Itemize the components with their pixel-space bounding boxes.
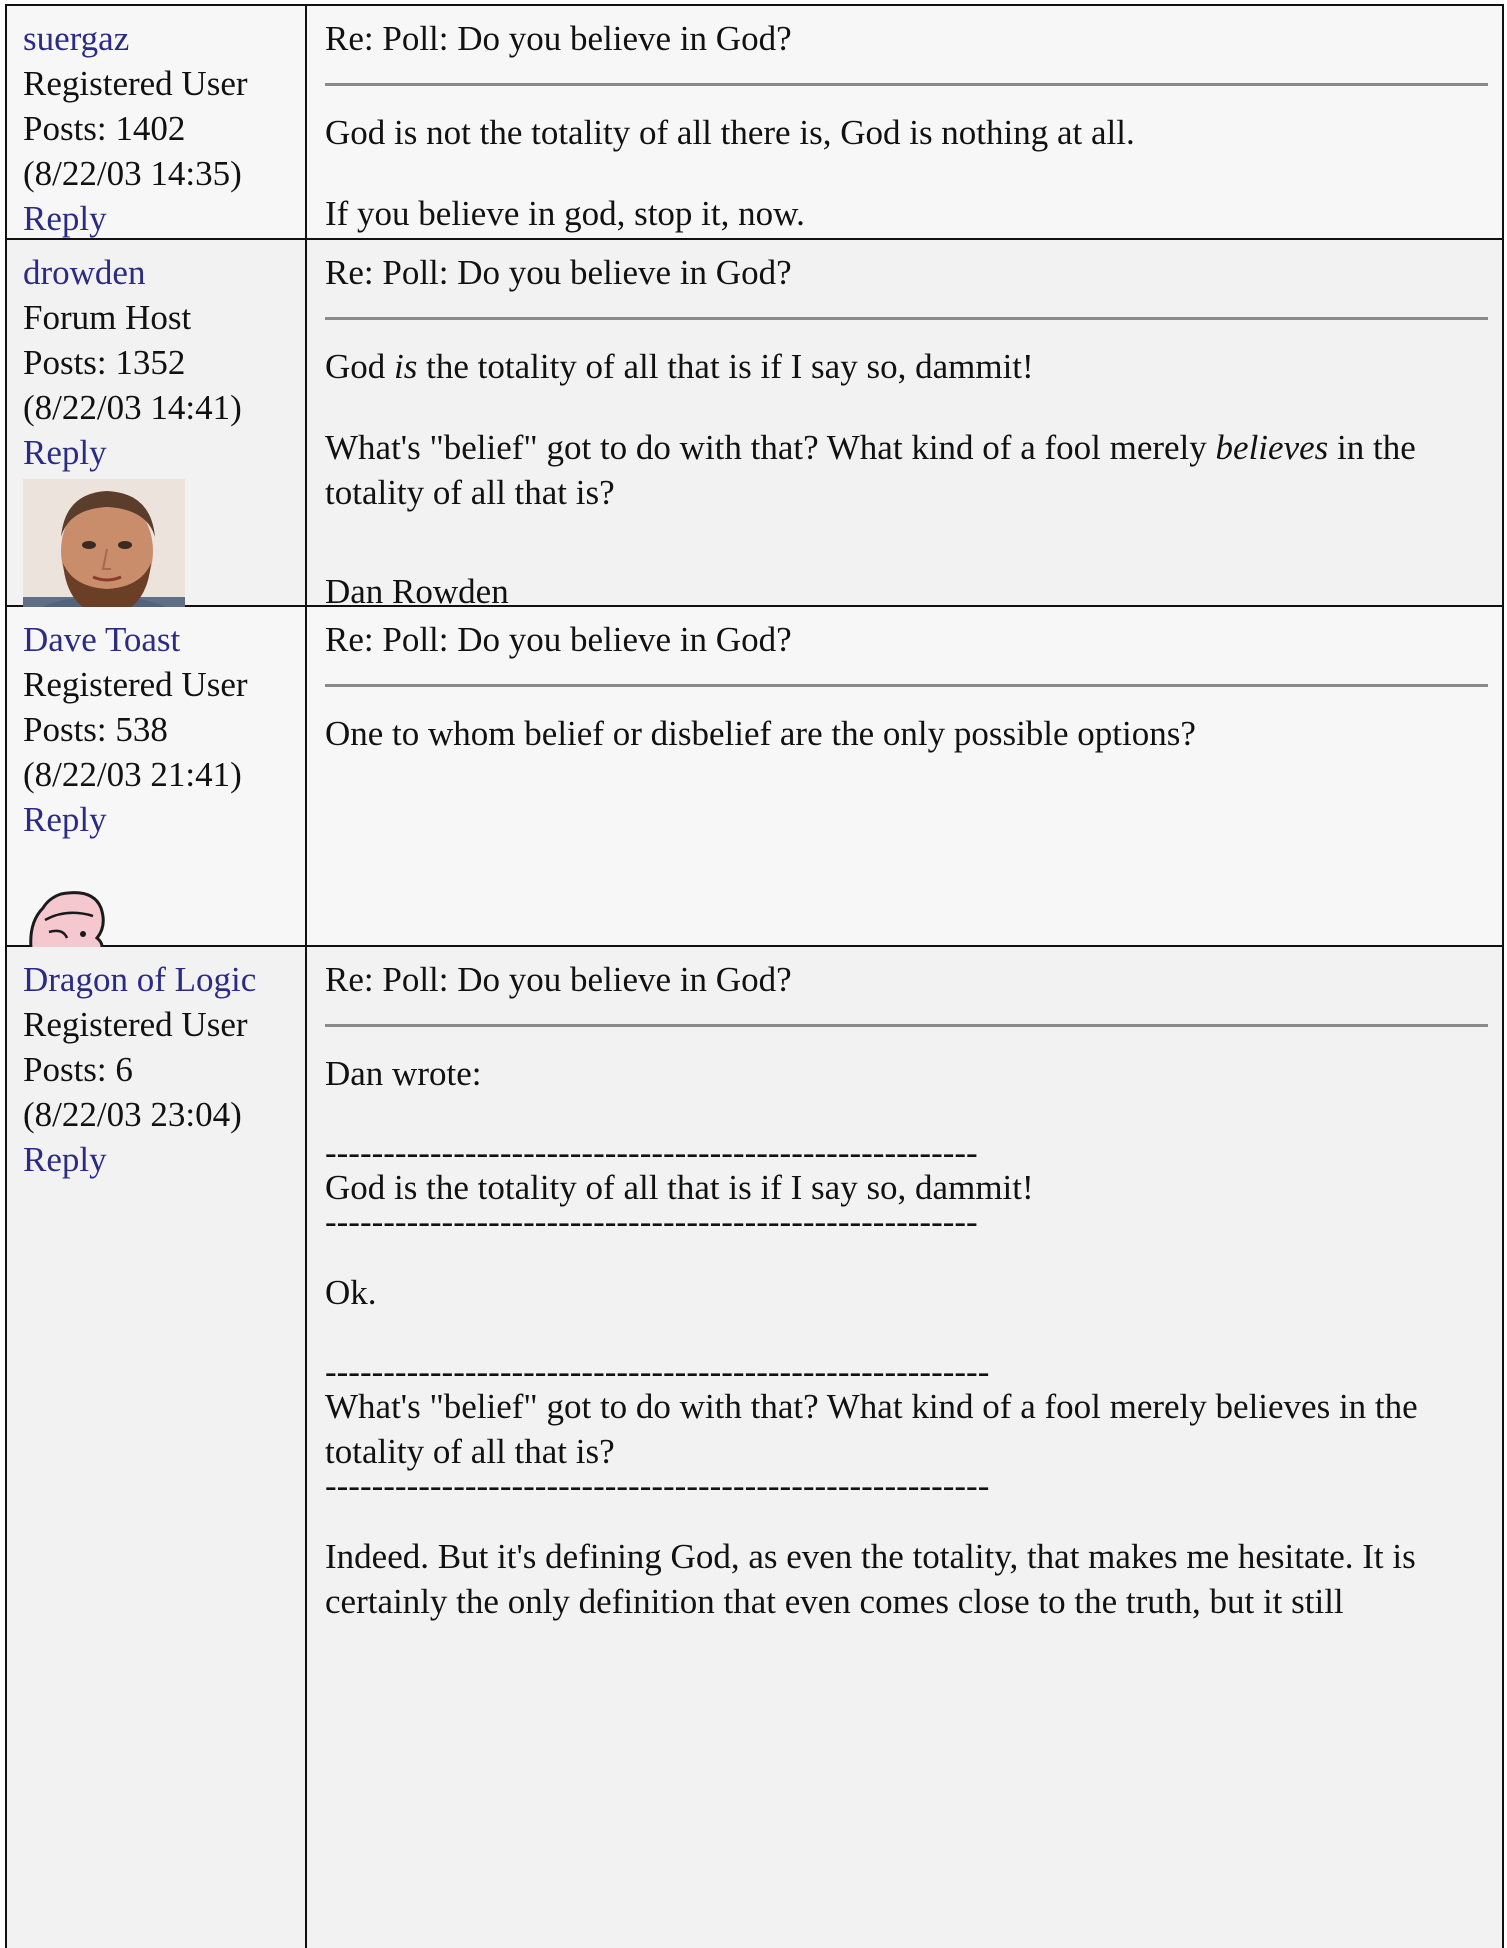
post-paragraph: What's "belief" got to do with that? Wha… xyxy=(325,428,1416,512)
post-subject: Re: Poll: Do you believe in God? xyxy=(325,620,792,659)
post-message: Re: Poll: Do you believe in God? One to … xyxy=(309,607,1502,945)
post-body: God is the totality of all that is if I … xyxy=(325,344,1488,614)
post-body: God is not the totality of all there is,… xyxy=(325,110,1488,236)
post-datetime: (8/22/03 14:35) xyxy=(23,154,242,193)
post-datetime: (8/22/03 21:41) xyxy=(23,755,242,794)
post-author-panel: drowden Forum Host Posts: 1352 (8/22/03 … xyxy=(7,240,307,639)
post-body: One to whom belief or disbelief are the … xyxy=(325,711,1488,756)
username-link[interactable]: Dave Toast xyxy=(23,620,180,659)
post-body: Dan wrote: -----------------------------… xyxy=(325,1051,1488,1624)
post-message: Re: Poll: Do you believe in God? God is … xyxy=(309,240,1502,611)
post-count: Posts: 538 xyxy=(23,710,168,749)
post-subject: Re: Poll: Do you believe in God? xyxy=(325,253,792,292)
forum-thread: suergaz Registered User Posts: 1402 (8/2… xyxy=(5,4,1504,1948)
post-paragraph: If you believe in god, stop it, now. xyxy=(325,194,805,233)
post-paragraph: God is the totality of all that is if I … xyxy=(325,347,1034,386)
divider xyxy=(325,684,1488,687)
reply-link[interactable]: Reply xyxy=(23,1140,107,1179)
post-count: Posts: 1352 xyxy=(23,343,186,382)
post-datetime: (8/22/03 14:41) xyxy=(23,388,242,427)
reply-link[interactable]: Reply xyxy=(23,199,107,238)
post-subject: Re: Poll: Do you believe in God? xyxy=(325,960,792,999)
post-paragraph: God is not the totality of all there is,… xyxy=(325,113,1135,152)
post-author-panel: Dave Toast Registered User Posts: 538 (8… xyxy=(7,607,307,996)
reply-text: Indeed. But it's defining God, as even t… xyxy=(325,1537,1416,1621)
divider xyxy=(325,317,1488,320)
username-link[interactable]: Dragon of Logic xyxy=(23,960,256,999)
post-count: Posts: 6 xyxy=(23,1050,133,1089)
user-role: Registered User xyxy=(23,64,248,103)
divider xyxy=(325,1024,1488,1027)
reply-link[interactable]: Reply xyxy=(23,800,107,839)
divider xyxy=(325,83,1488,86)
user-role: Registered User xyxy=(23,1005,248,1044)
user-role: Forum Host xyxy=(23,298,192,337)
user-role: Registered User xyxy=(23,665,248,704)
post: Dragon of Logic Registered User Posts: 6… xyxy=(7,947,1502,1948)
post-message: Re: Poll: Do you believe in God? God is … xyxy=(309,6,1502,238)
reply-text: Ok. xyxy=(325,1273,377,1312)
quote-separator: ----------------------------------------… xyxy=(325,1466,990,1505)
quote-separator: ----------------------------------------… xyxy=(325,1352,990,1391)
reply-link[interactable]: Reply xyxy=(23,433,107,472)
post-author-panel: Dragon of Logic Registered User Posts: 6… xyxy=(7,947,307,1948)
post-author-panel: suergaz Registered User Posts: 1402 (8/2… xyxy=(7,6,307,238)
quoted-text: What's "belief" got to do with that? Wha… xyxy=(325,1387,1418,1471)
post: Dave Toast Registered User Posts: 538 (8… xyxy=(7,607,1502,996)
quote-separator: ----------------------------------------… xyxy=(325,1133,978,1172)
username-link[interactable]: drowden xyxy=(23,253,145,292)
post-message: Re: Poll: Do you believe in God? Dan wro… xyxy=(309,947,1502,1948)
post-subject: Re: Poll: Do you believe in God? xyxy=(325,19,792,58)
post: drowden Forum Host Posts: 1352 (8/22/03 … xyxy=(7,240,1502,639)
post-count: Posts: 1402 xyxy=(23,109,186,148)
username-link[interactable]: suergaz xyxy=(23,19,129,58)
quote-intro: Dan wrote: xyxy=(325,1054,482,1093)
post-datetime: (8/22/03 23:04) xyxy=(23,1095,242,1134)
post: suergaz Registered User Posts: 1402 (8/2… xyxy=(7,6,1502,240)
quote-separator: ----------------------------------------… xyxy=(325,1202,978,1241)
post-paragraph: One to whom belief or disbelief are the … xyxy=(325,714,1196,753)
